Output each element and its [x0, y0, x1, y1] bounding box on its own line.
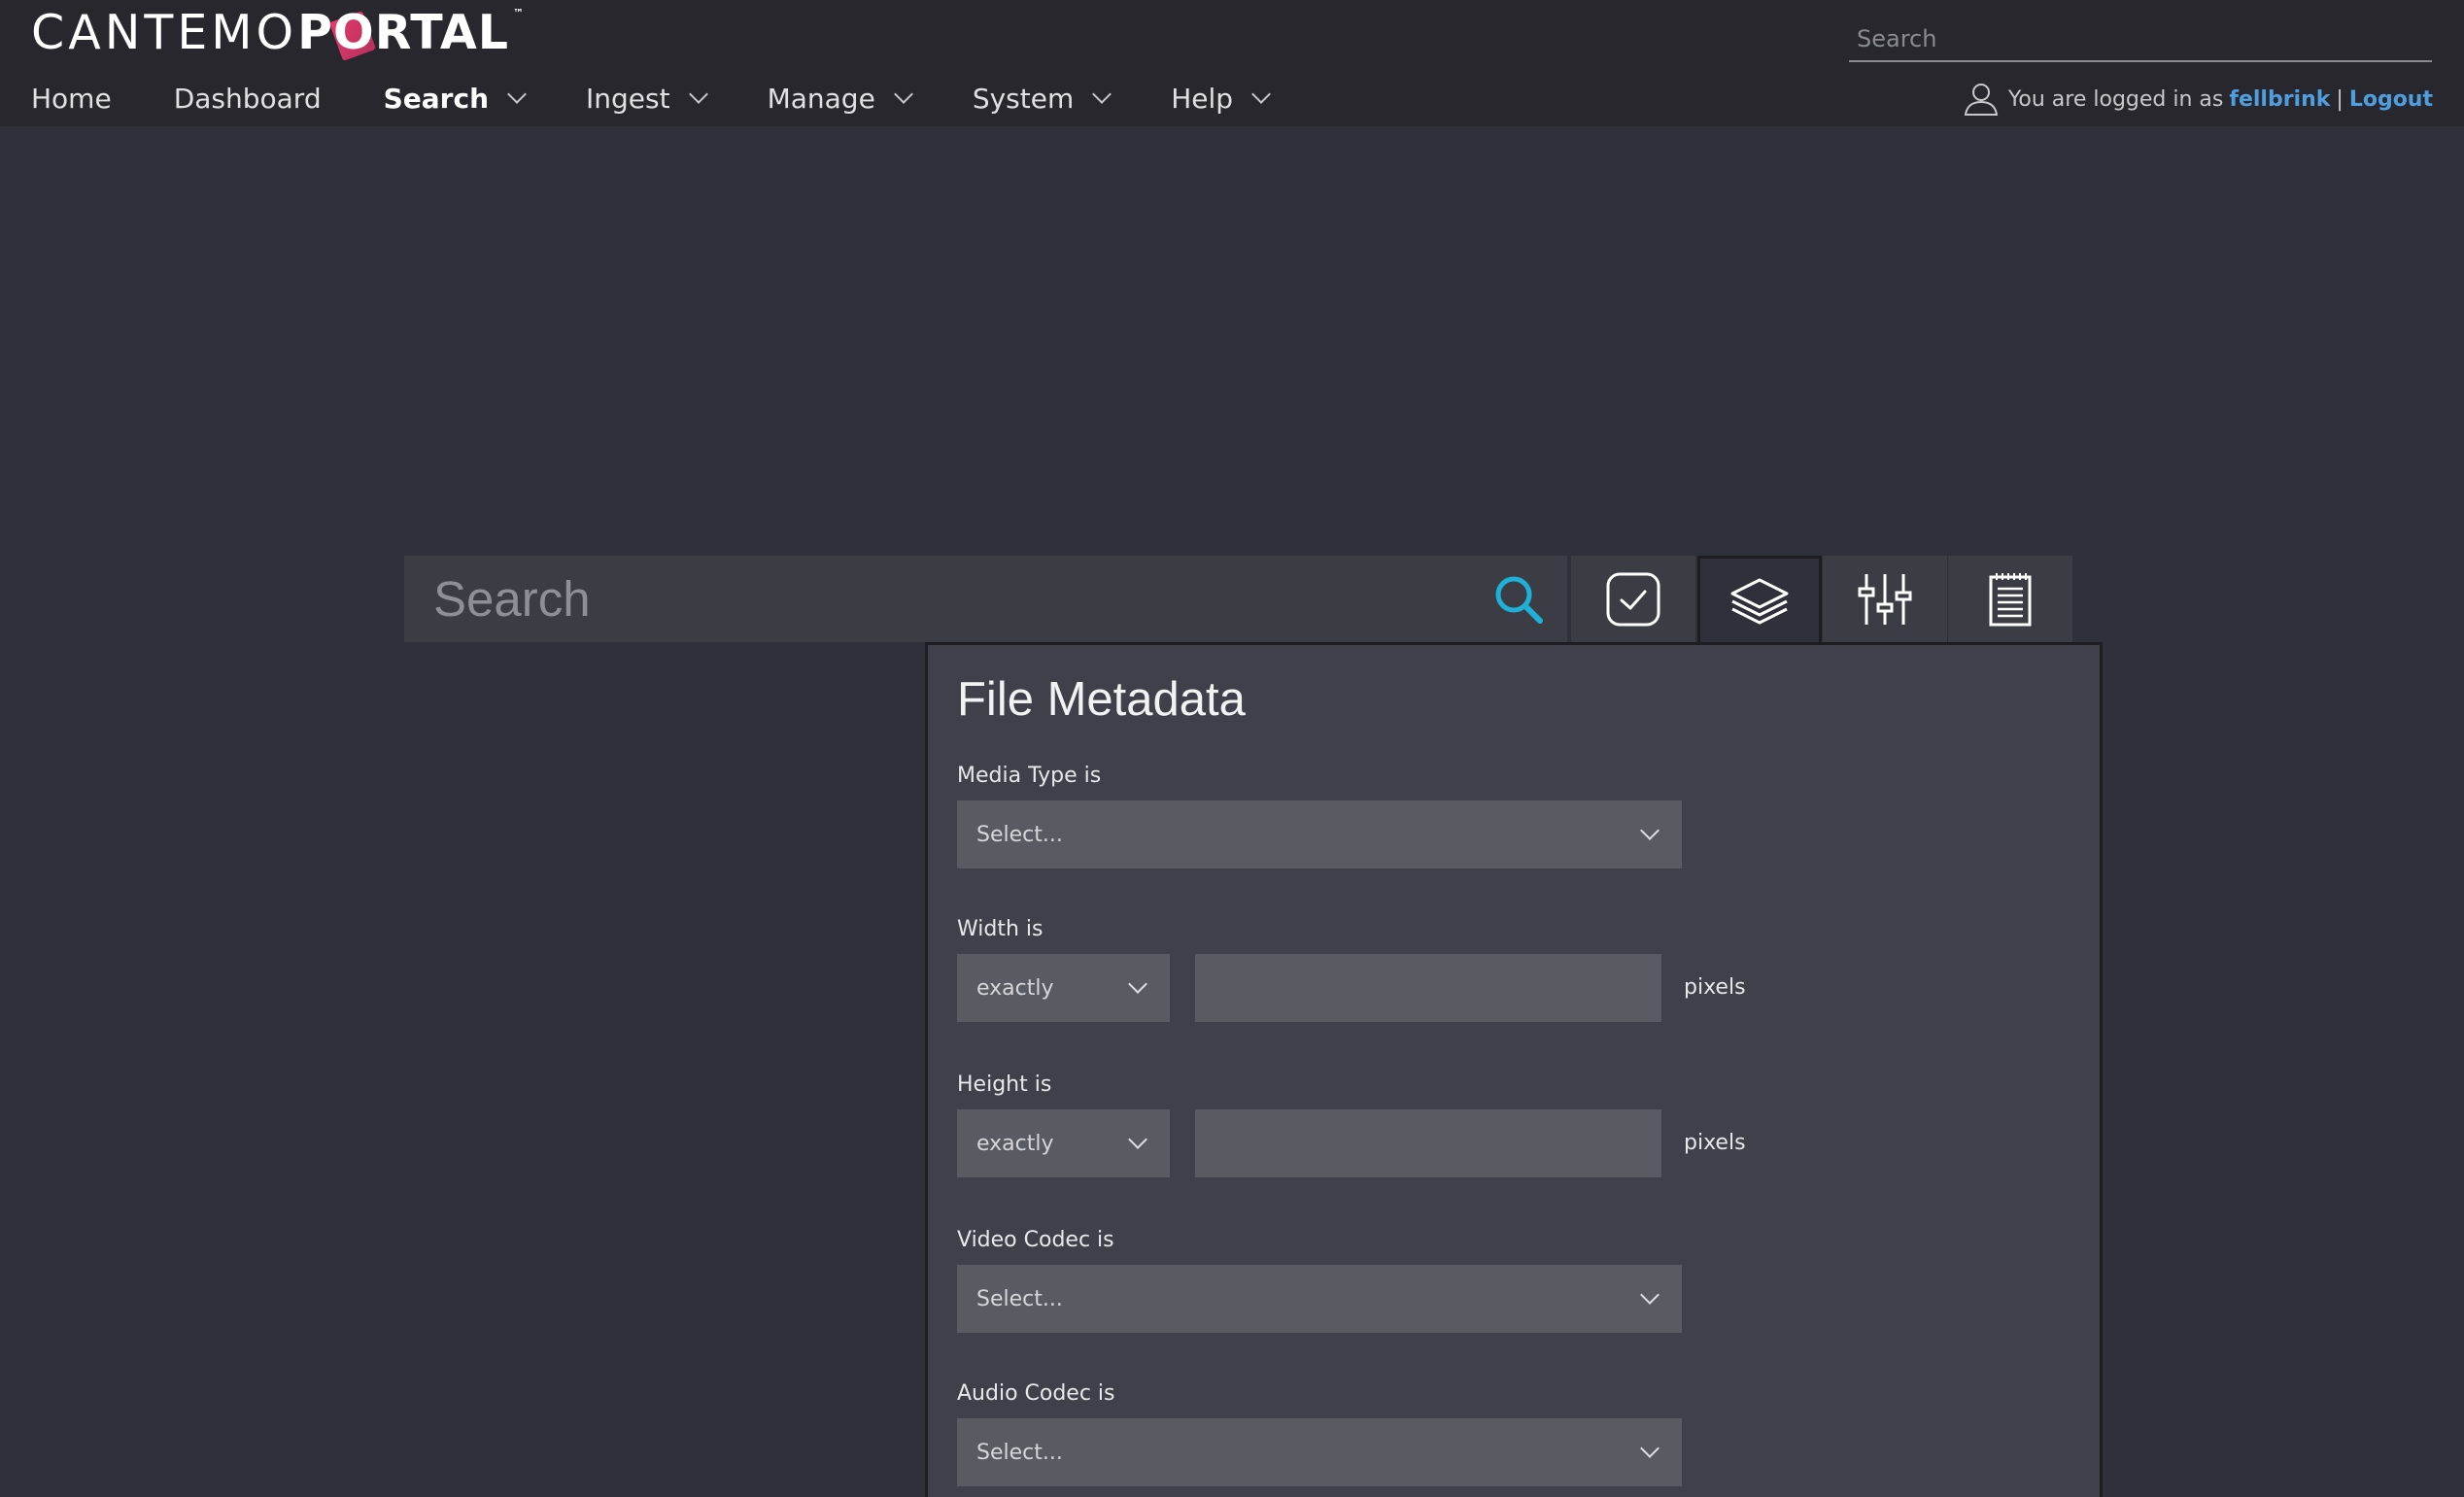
search-icon	[1495, 576, 1543, 624]
logo-text-bold: PORTAL	[297, 2, 509, 64]
height-input[interactable]	[1195, 1109, 1661, 1177]
main-search-input[interactable]	[404, 556, 1470, 642]
nav-item-label: Manage	[767, 82, 875, 115]
username-link[interactable]: fellbrink	[2229, 87, 2330, 112]
search-bar	[404, 556, 1567, 642]
video-codec-label: Video Codec is	[957, 1228, 1114, 1252]
chevron-down-icon	[1640, 1285, 1660, 1305]
chevron-down-icon	[1092, 85, 1112, 104]
chevron-down-icon	[1640, 1439, 1660, 1458]
audio-codec-value: Select...	[976, 1440, 1063, 1465]
login-prefix: You are logged in as	[2007, 86, 2224, 112]
login-status: You are logged in as fellbrink | Logout	[1962, 78, 2433, 120]
file-metadata-tab[interactable]	[1697, 556, 1822, 645]
height-operator-select[interactable]: exactly	[957, 1109, 1170, 1177]
logo-text-light: CANTEMO	[31, 5, 298, 60]
nav-item-home[interactable]: Home	[31, 83, 112, 115]
width-operator-select[interactable]: exactly	[957, 954, 1170, 1022]
nav-item-search[interactable]: Search	[383, 82, 527, 115]
chevron-down-icon	[507, 85, 527, 104]
checkbox-icon	[1606, 572, 1660, 626]
nav-item-manage[interactable]: Manage	[767, 82, 913, 115]
logo-letter-p: P	[297, 5, 334, 60]
logo-trademark: ™	[513, 7, 524, 19]
main-nav: Home Dashboard Search Ingest Manage System Hel…	[31, 74, 1330, 122]
video-codec-select[interactable]: Select...	[957, 1265, 1682, 1333]
sliders-icon	[1858, 573, 1912, 625]
audio-codec-label: Audio Codec is	[957, 1381, 1115, 1406]
width-input[interactable]	[1195, 954, 1661, 1022]
nav-item-label: Dashboard	[173, 82, 322, 115]
width-operator-value: exactly	[976, 975, 1054, 1001]
nav-item-label: System	[972, 82, 1075, 115]
width-unit: pixels	[1684, 975, 1746, 1000]
header-search-input[interactable]	[1849, 17, 2432, 62]
chevron-down-icon	[688, 85, 708, 104]
height-unit: pixels	[1684, 1131, 1746, 1155]
media-type-select[interactable]: Select...	[957, 800, 1682, 868]
chevron-down-icon	[893, 85, 913, 104]
search-button[interactable]	[1470, 556, 1567, 642]
notepad-icon	[1989, 572, 2032, 626]
logout-link[interactable]: Logout	[2349, 87, 2433, 112]
chevron-down-icon	[1128, 974, 1147, 994]
media-type-label: Media Type is	[957, 764, 1102, 788]
file-metadata-panel: File Metadata Media Type is Select... Wi…	[925, 642, 2103, 1497]
nav-item-system[interactable]: System	[972, 82, 1112, 115]
logo-mark: O	[333, 2, 375, 64]
cantemo-portal-logo[interactable]: CANTEMO PORTAL ™	[31, 2, 524, 64]
nav-item-dashboard[interactable]: Dashboard	[174, 83, 322, 115]
video-codec-value: Select...	[976, 1286, 1063, 1311]
nav-item-help[interactable]: Help	[1171, 82, 1271, 115]
chevron-down-icon	[1640, 821, 1660, 840]
layers-icon	[1730, 578, 1789, 624]
height-operator-value: exactly	[976, 1131, 1054, 1156]
selection-filter-button[interactable]	[1571, 556, 1695, 642]
nav-item-label: Search	[383, 82, 489, 115]
chevron-down-icon	[1128, 1130, 1147, 1149]
nav-item-label: Ingest	[586, 82, 670, 115]
chevron-down-icon	[1251, 85, 1271, 104]
logo-letter-o: O	[333, 5, 375, 60]
top-header: CANTEMOPORTAL ™ Home Dashboard Search Ingest…	[0, 0, 2464, 126]
nav-item-label: Home	[31, 82, 112, 115]
panel-title: File Metadata	[957, 673, 1246, 726]
filter-settings-button[interactable]	[1823, 556, 1947, 642]
nav-item-label: Help	[1171, 82, 1234, 115]
user-icon	[1964, 84, 1999, 116]
logo-text-rest: RTAL	[374, 5, 509, 60]
media-type-value: Select...	[976, 822, 1063, 847]
nav-item-ingest[interactable]: Ingest	[586, 82, 708, 115]
width-label: Width is	[957, 917, 1044, 941]
audio-codec-select[interactable]: Select...	[957, 1418, 1682, 1486]
height-label: Height is	[957, 1072, 1052, 1097]
notes-button[interactable]	[1948, 556, 2072, 642]
login-separator: |	[2336, 86, 2344, 112]
